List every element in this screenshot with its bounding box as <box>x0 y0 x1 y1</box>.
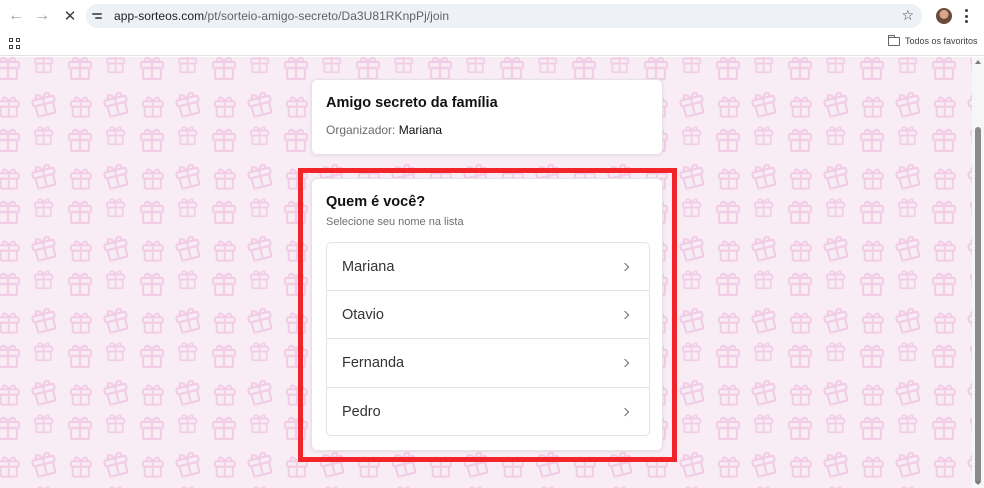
participant-name: Fernanda <box>342 354 405 371</box>
address-bar[interactable]: app-sorteos.com/pt/sorteio-amigo-secreto… <box>86 4 922 28</box>
page-viewport: Amigo secreto da família Organizador: Ma… <box>0 57 972 488</box>
participant-item-fernanda[interactable]: Fernanda <box>327 339 649 388</box>
organizer-name: Mariana <box>398 123 443 137</box>
picker-title: Quem é você? <box>326 194 426 210</box>
bookmarks-folder[interactable]: Todos os favoritos <box>888 34 978 46</box>
url-text[interactable]: app-sorteos.com/pt/sorteio-amigo-secreto… <box>114 9 449 23</box>
event-card: Amigo secreto da família Organizador: Ma… <box>311 79 663 155</box>
organizer-info: Organizador: Mariana <box>326 123 442 137</box>
scrollbar-thumb[interactable] <box>975 127 981 484</box>
scroll-up-arrow-icon[interactable] <box>975 60 981 64</box>
scroll-down-arrow-icon[interactable] <box>975 481 981 485</box>
forward-arrow-icon[interactable]: → <box>29 3 55 29</box>
page-scrollbar[interactable] <box>972 57 984 488</box>
participant-name: Mariana <box>342 258 395 275</box>
folder-icon <box>888 34 900 46</box>
site-info-icon[interactable] <box>92 9 106 23</box>
participant-name: Pedro <box>342 403 381 420</box>
participant-name: Otavio <box>342 306 384 323</box>
star-icon[interactable]: ☆ <box>901 7 914 24</box>
stop-loading-icon[interactable]: ✕ <box>57 3 83 29</box>
apps-icon[interactable] <box>9 38 20 49</box>
menu-icon[interactable] <box>964 9 968 23</box>
chevron-right-icon <box>620 358 630 368</box>
participant-picker-card: Quem é você? Selecione seu nome na lista… <box>311 178 663 451</box>
picker-subtitle: Selecione seu nome na lista <box>326 216 464 228</box>
bookmarks-folder-label: Todos os favoritos <box>905 36 978 46</box>
chevron-right-icon <box>620 262 630 271</box>
bookmarks-bar: Todos os favoritos <box>0 32 984 56</box>
back-arrow-icon[interactable]: ← <box>3 3 29 29</box>
chevron-right-icon <box>620 310 630 320</box>
participant-item-pedro[interactable]: Pedro <box>327 388 649 436</box>
event-title: Amigo secreto da família <box>326 95 498 111</box>
participant-item-otavio[interactable]: Otavio <box>327 291 649 340</box>
profile-avatar[interactable] <box>936 8 952 24</box>
participant-list: Mariana Otavio Fernanda Pedro <box>326 242 650 436</box>
organizer-label: Organizador: <box>326 123 396 137</box>
chevron-right-icon <box>620 407 630 416</box>
participant-item-mariana[interactable]: Mariana <box>327 243 649 292</box>
browser-toolbar: ← → ✕ app-sorteos.com/pt/sorteio-amigo-s… <box>0 0 984 32</box>
